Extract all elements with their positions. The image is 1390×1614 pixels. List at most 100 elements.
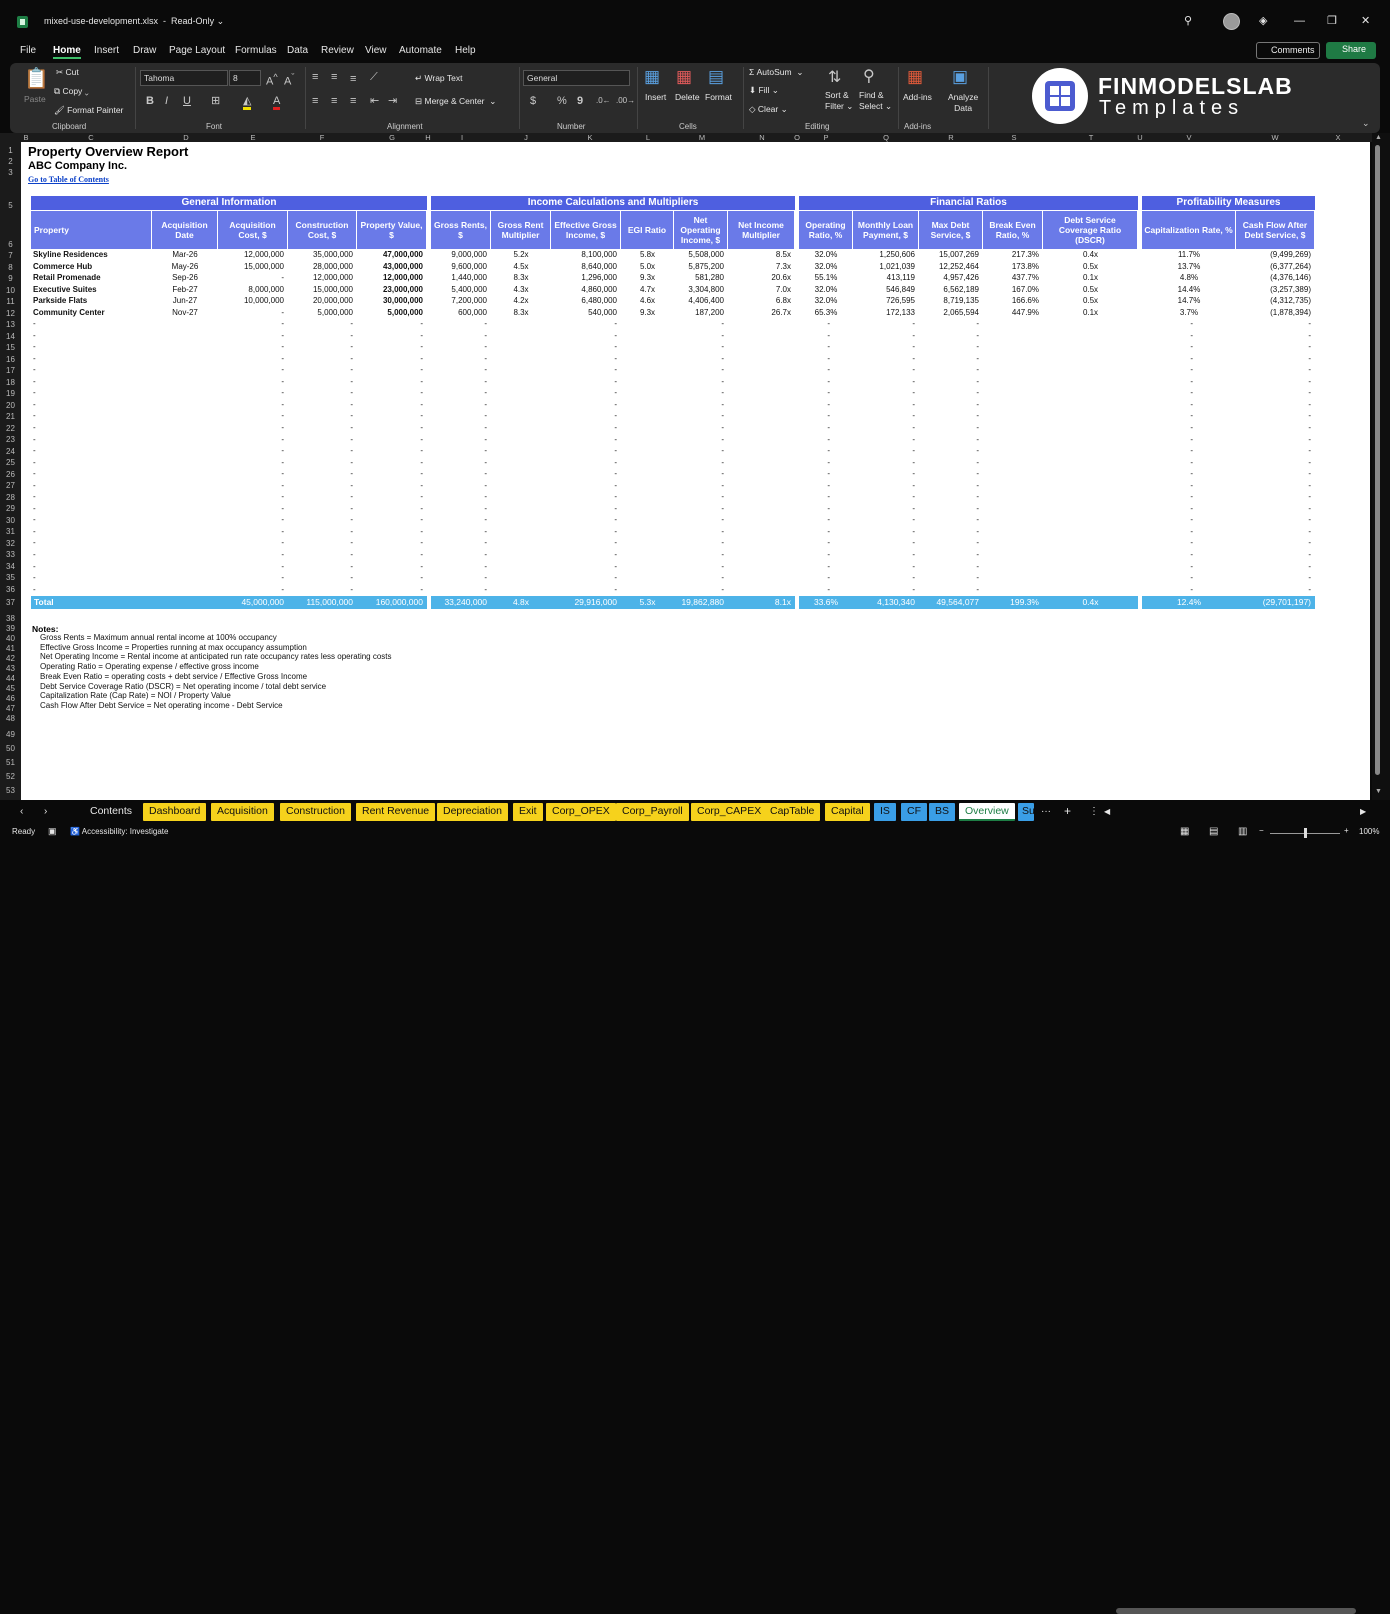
empty-cell[interactable]: - xyxy=(288,457,353,468)
empty-cell[interactable]: - xyxy=(1236,480,1311,491)
table-cell[interactable]: 28,000,000 xyxy=(288,261,353,272)
empty-cell[interactable]: - xyxy=(551,549,617,560)
empty-cell[interactable]: - xyxy=(357,468,423,479)
empty-cell[interactable]: - xyxy=(799,341,830,352)
empty-cell[interactable]: - xyxy=(1236,445,1311,456)
empty-cell[interactable]: - xyxy=(1142,491,1193,502)
empty-cell[interactable]: - xyxy=(919,503,979,514)
empty-cell[interactable]: - xyxy=(674,445,724,456)
empty-cell[interactable]: - xyxy=(674,514,724,525)
sheet-tab[interactable]: Su xyxy=(1018,803,1034,821)
empty-cell[interactable]: - xyxy=(357,445,423,456)
empty-cell[interactable]: - xyxy=(218,353,284,364)
empty-cell[interactable]: - xyxy=(218,422,284,433)
empty-cell[interactable]: - xyxy=(674,503,724,514)
empty-cell[interactable]: - xyxy=(288,422,353,433)
empty-cell[interactable]: - xyxy=(33,514,36,525)
empty-cell[interactable]: - xyxy=(853,572,915,583)
toc-link[interactable]: Go to Table of Contents xyxy=(28,175,109,184)
table-cell[interactable]: 4,406,400 xyxy=(674,295,724,306)
addins-button[interactable]: Add-ins xyxy=(903,92,932,103)
total-cell[interactable]: (29,701,197) xyxy=(1236,597,1311,608)
row-header[interactable]: 6 xyxy=(0,240,21,249)
analyze-data-button[interactable]: Analyze Data xyxy=(948,92,978,114)
menu-help[interactable]: Help xyxy=(455,45,476,56)
row-header[interactable]: 47 xyxy=(0,704,21,713)
empty-cell[interactable]: - xyxy=(1142,468,1193,479)
row-header[interactable]: 21 xyxy=(0,412,21,421)
table-cell[interactable]: 7.0x xyxy=(728,284,791,295)
empty-cell[interactable]: - xyxy=(674,480,724,491)
format-cells-icon[interactable]: ▤ xyxy=(708,67,724,87)
empty-cell[interactable]: - xyxy=(431,584,487,595)
table-cell[interactable]: 12,252,464 xyxy=(919,261,979,272)
empty-cell[interactable]: - xyxy=(288,491,353,502)
table-cell[interactable]: 9.3x xyxy=(621,272,674,283)
table-cell[interactable]: 15,000,000 xyxy=(218,261,284,272)
table-cell[interactable]: 600,000 xyxy=(431,307,487,318)
empty-cell[interactable]: - xyxy=(674,410,724,421)
zoom-in-icon[interactable]: + xyxy=(1344,826,1349,835)
empty-cell[interactable]: - xyxy=(551,584,617,595)
table-cell[interactable]: 4.8% xyxy=(1142,272,1236,283)
empty-cell[interactable]: - xyxy=(1142,549,1193,560)
empty-cell[interactable]: - xyxy=(799,422,830,433)
empty-cell[interactable]: - xyxy=(288,537,353,548)
empty-cell[interactable]: - xyxy=(288,364,353,375)
empty-cell[interactable]: - xyxy=(853,330,915,341)
format-painter-button[interactable]: 🖌 Format Painter xyxy=(54,105,123,116)
empty-cell[interactable]: - xyxy=(218,491,284,502)
empty-cell[interactable]: - xyxy=(431,387,487,398)
delete-cells-button[interactable]: Delete xyxy=(675,92,700,103)
empty-cell[interactable]: - xyxy=(431,376,487,387)
table-cell[interactable]: 26.7x xyxy=(728,307,791,318)
row-header[interactable]: 44 xyxy=(0,674,21,683)
table-cell[interactable]: 1,440,000 xyxy=(431,272,487,283)
empty-cell[interactable]: - xyxy=(431,480,487,491)
empty-cell[interactable]: - xyxy=(357,410,423,421)
column-header[interactable]: R xyxy=(945,133,957,142)
empty-cell[interactable]: - xyxy=(674,376,724,387)
empty-cell[interactable]: - xyxy=(1142,399,1193,410)
table-cell[interactable]: 0.5x xyxy=(1043,284,1138,295)
row-header[interactable]: 1 xyxy=(0,146,21,155)
row-header[interactable]: 3 xyxy=(0,168,21,177)
sheet-tab[interactable]: Construction xyxy=(280,803,351,821)
total-cell[interactable]: 12.4% xyxy=(1142,597,1236,608)
column-header[interactable]: I xyxy=(456,133,468,142)
row-header[interactable]: 15 xyxy=(0,343,21,352)
align-middle-icon[interactable]: ≡ xyxy=(331,71,337,83)
sheet-tab[interactable]: CapTable xyxy=(764,803,821,821)
empty-cell[interactable]: - xyxy=(431,434,487,445)
empty-cell[interactable]: - xyxy=(799,330,830,341)
empty-cell[interactable]: - xyxy=(919,376,979,387)
table-cell[interactable]: 8,719,135 xyxy=(919,295,979,306)
table-cell[interactable]: 167.0% xyxy=(983,284,1039,295)
empty-cell[interactable]: - xyxy=(33,399,36,410)
sort-filter-button[interactable]: Sort & Filter ⌄ xyxy=(825,90,853,112)
table-cell[interactable]: 15,007,269 xyxy=(919,249,979,260)
empty-cell[interactable]: - xyxy=(551,514,617,525)
empty-cell[interactable]: - xyxy=(919,341,979,352)
empty-cell[interactable]: - xyxy=(919,514,979,525)
total-cell[interactable]: Total xyxy=(34,597,54,608)
empty-cell[interactable]: - xyxy=(674,584,724,595)
total-cell[interactable]: 49,564,077 xyxy=(919,597,979,608)
table-cell[interactable]: (4,376,146) xyxy=(1236,272,1311,283)
table-cell[interactable]: 1,296,000 xyxy=(551,272,617,283)
empty-cell[interactable]: - xyxy=(799,445,830,456)
vertical-scrollbar[interactable]: ▲ ▼ xyxy=(1372,133,1390,800)
menu-draw[interactable]: Draw xyxy=(133,45,156,56)
table-cell[interactable]: 447.9% xyxy=(983,307,1039,318)
normal-view-icon[interactable]: ▦ xyxy=(1180,826,1189,837)
table-cell[interactable]: 32.0% xyxy=(799,295,853,306)
column-header[interactable]: D xyxy=(180,133,192,142)
table-cell[interactable]: 6,480,000 xyxy=(551,295,617,306)
empty-cell[interactable]: - xyxy=(218,561,284,572)
empty-cell[interactable]: - xyxy=(919,457,979,468)
empty-cell[interactable]: - xyxy=(431,537,487,548)
total-cell[interactable]: 0.4x xyxy=(1043,597,1138,608)
empty-cell[interactable]: - xyxy=(919,399,979,410)
empty-cell[interactable]: - xyxy=(1142,410,1193,421)
empty-cell[interactable]: - xyxy=(218,457,284,468)
